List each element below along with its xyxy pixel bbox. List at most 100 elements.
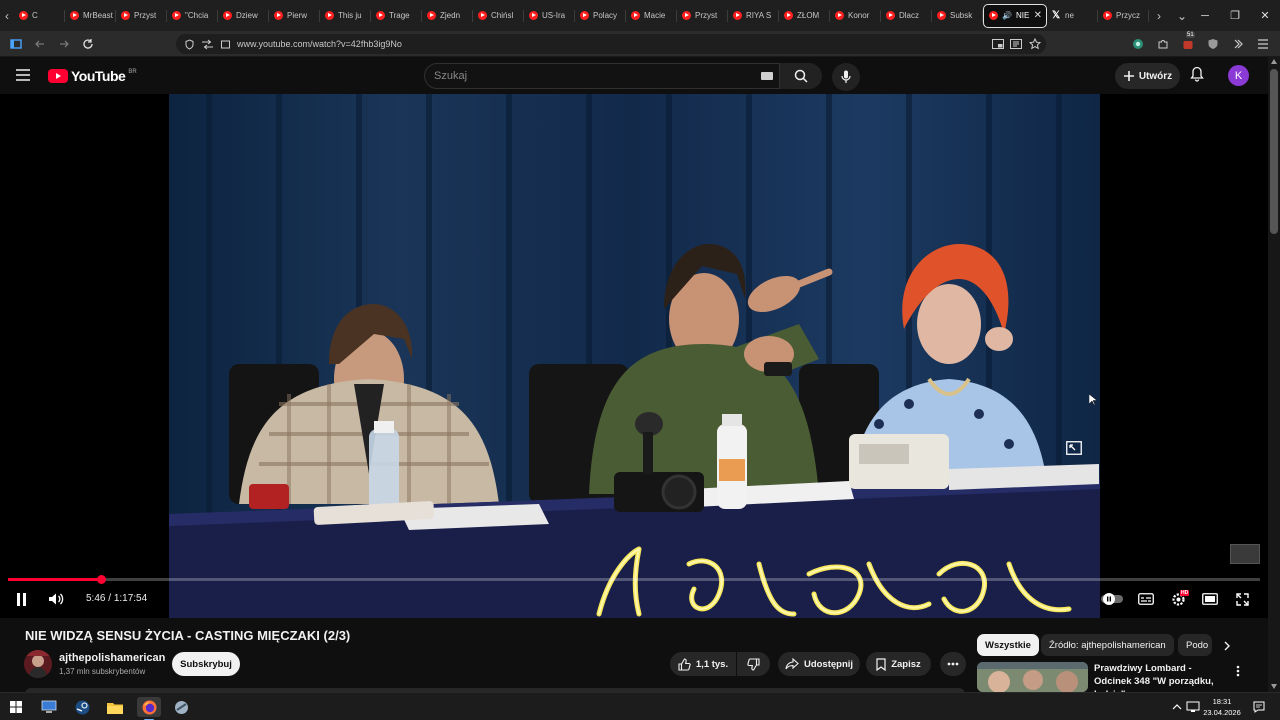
settings-gear-icon[interactable]: HD (1167, 590, 1190, 608)
close-tab-icon[interactable]: ✕ (1034, 10, 1042, 21)
browser-tab[interactable]: ZŁOM (779, 4, 830, 28)
reader-view-icon[interactable] (1008, 36, 1024, 52)
maximize-icon[interactable]: ❐ (1220, 0, 1250, 31)
scroll-up-arrow-icon[interactable] (1271, 59, 1277, 64)
browser-tab[interactable]: This ju (320, 4, 371, 28)
like-button[interactable]: 1,1 tys. (670, 652, 736, 676)
progress-scrubber[interactable] (96, 575, 106, 584)
scroll-down-arrow-icon[interactable] (1271, 684, 1277, 689)
video-player[interactable]: 5:46 / 1:17:54 HD (0, 94, 1268, 618)
subscribe-button[interactable]: Subskrybuj (172, 652, 240, 676)
youtube-logo[interactable]: YouTube BR (48, 68, 137, 84)
chip-all[interactable]: Wszystkie (977, 634, 1039, 656)
chips-next-arrow-icon[interactable] (1222, 640, 1232, 652)
browser-tab-active[interactable]: 🔊 NIE ✕ (983, 3, 1047, 28)
tab-list: C MrBeast Przyst "Chcia Dziew Pierw This ju Tra… (14, 0, 1149, 31)
vpn-extension-icon[interactable] (1130, 36, 1146, 52)
search-input[interactable]: Szukaj (424, 63, 780, 89)
more-actions-button[interactable] (940, 652, 966, 676)
system-clock[interactable]: 18:31 23.04.2026 (1196, 696, 1248, 718)
browser-tab[interactable]: Subsk (932, 4, 983, 28)
search-button[interactable] (780, 63, 822, 89)
address-bar[interactable]: www.youtube.com/watch?v=42fhb3ig9No (176, 34, 1046, 54)
minimize-icon[interactable]: ─ (1190, 0, 1220, 31)
scrollbar-thumb[interactable] (1270, 69, 1278, 234)
voice-search-button[interactable] (832, 63, 860, 91)
browser-tab[interactable]: "Chcia (167, 4, 218, 28)
share-button[interactable]: Udostępnij (778, 652, 860, 676)
browser-tab[interactable]: C (14, 4, 65, 28)
browser-tab[interactable]: Polacy (575, 4, 626, 28)
browser-menu-icon[interactable] (1255, 36, 1271, 52)
unknown-app-icon[interactable] (170, 697, 192, 717)
url-text[interactable]: www.youtube.com/watch?v=42fhb3ig9No (237, 39, 402, 49)
next-video-thumbnail[interactable] (1230, 544, 1260, 564)
more-horizontal-icon (947, 662, 959, 666)
dislike-button[interactable] (737, 652, 770, 676)
tab-scroll-left-icon[interactable]: ‹ (0, 0, 14, 31)
browser-tab[interactable]: Dziew (218, 4, 269, 28)
windows-start-icon[interactable] (5, 697, 27, 717)
autoplay-toggle[interactable] (1101, 590, 1123, 608)
site-info-icon[interactable] (184, 38, 195, 50)
pause-button[interactable] (10, 590, 32, 608)
adblock-extension-icon[interactable]: 51 (1180, 32, 1196, 52)
browser-tab[interactable]: Konor (830, 4, 881, 28)
region-code: BR (128, 69, 137, 75)
chip-related[interactable]: Podo (1178, 634, 1212, 656)
shield-extension-icon[interactable] (1205, 36, 1221, 52)
recommendation-thumbnail[interactable] (977, 662, 1088, 692)
browser-tab[interactable]: 𝕏ne (1047, 4, 1098, 28)
browser-tab[interactable]: RIYA S (728, 4, 779, 28)
account-avatar[interactable]: K (1228, 65, 1249, 86)
theater-mode-icon[interactable] (1199, 590, 1221, 608)
reload-icon[interactable] (79, 35, 97, 53)
progress-bar[interactable] (8, 575, 1260, 584)
guide-menu-icon[interactable] (16, 69, 30, 81)
recommendation-menu-icon[interactable] (1236, 665, 1240, 677)
page-scrollbar[interactable] (1268, 57, 1280, 692)
forward-icon[interactable] (55, 35, 73, 53)
chip-from-channel[interactable]: Źródło: ajthepolishamerican (1041, 634, 1174, 656)
fullscreen-icon[interactable] (1231, 590, 1253, 608)
windows-taskbar: 18:31 23.04.2026 (0, 692, 1280, 720)
browser-tab[interactable]: Macie (626, 4, 677, 28)
picture-in-picture-icon[interactable] (990, 36, 1006, 52)
volume-icon[interactable] (45, 590, 67, 608)
browser-tab[interactable]: US-Ira (524, 4, 575, 28)
sidebar-toggle-icon[interactable] (7, 35, 25, 53)
browser-tab[interactable]: Chińsl (473, 4, 524, 28)
monitor-app-icon[interactable] (38, 697, 60, 717)
browser-tab[interactable]: MrBeast (65, 4, 116, 28)
bookmark-star-icon[interactable] (1027, 36, 1043, 52)
browser-tab[interactable]: Przyst (677, 4, 728, 28)
file-explorer-icon[interactable] (104, 697, 126, 717)
notifications-icon[interactable] (1248, 697, 1270, 717)
youtube-favicon-icon (121, 11, 130, 20)
close-window-icon[interactable]: ✕ (1250, 0, 1280, 31)
video-frame[interactable] (169, 94, 1100, 618)
save-button[interactable]: Zapisz (866, 652, 931, 676)
browser-tab[interactable]: Przycz (1098, 4, 1149, 28)
channel-name[interactable]: ajthepolishamerican (59, 652, 165, 664)
back-icon[interactable] (31, 35, 49, 53)
browser-tab[interactable]: Przyst (116, 4, 167, 28)
tab-title: NIE (1015, 11, 1030, 20)
firefox-icon[interactable] (137, 697, 161, 720)
channel-avatar[interactable] (24, 650, 52, 678)
steam-icon[interactable] (71, 697, 93, 717)
browser-tab[interactable]: Pierw (269, 4, 320, 28)
browser-tab[interactable]: Trage (371, 4, 422, 28)
create-button[interactable]: Utwórz (1115, 63, 1180, 89)
subtitles-icon[interactable] (1135, 590, 1157, 608)
more-tools-chevron-icon[interactable] (1230, 36, 1246, 52)
tab-audio-icon[interactable]: 🔊 (1002, 11, 1012, 20)
browser-tab[interactable]: Dlacz (881, 4, 932, 28)
browser-tab[interactable]: Zjedn (422, 4, 473, 28)
extensions-puzzle-icon[interactable] (1155, 36, 1171, 52)
tracking-protection-icon[interactable] (201, 39, 214, 50)
notifications-bell-icon[interactable] (1190, 66, 1204, 82)
keyboard-icon[interactable] (761, 72, 773, 80)
miniplayer-icon[interactable] (1066, 441, 1082, 455)
tab-scroll-right-icon[interactable]: › (1149, 0, 1169, 31)
